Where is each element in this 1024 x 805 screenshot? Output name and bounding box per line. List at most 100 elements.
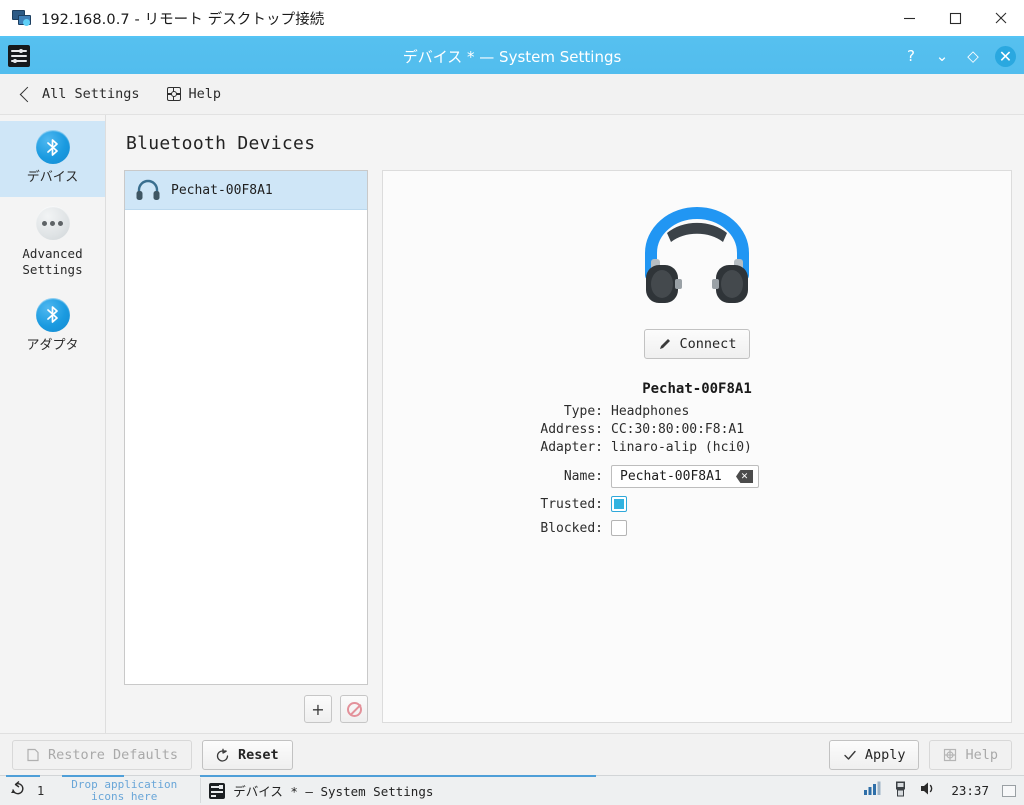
property-value: Headphones [611, 404, 690, 419]
desktop-number: 1 [37, 783, 45, 798]
dots-icon [35, 206, 70, 241]
bluetooth-icon [35, 297, 70, 332]
rdp-title: 192.168.0.7 - リモート デスクトップ接続 [41, 11, 325, 28]
trusted-label: Trusted: [540, 496, 603, 512]
property-key: Address: [540, 422, 603, 437]
add-device-button[interactable]: + [304, 695, 332, 723]
help-dialog-label: Help [965, 746, 998, 763]
name-field-row: Name: Pechat-00F8A1 ✕ [383, 465, 1011, 488]
help-icon [943, 748, 957, 762]
clear-text-icon[interactable]: ✕ [736, 470, 753, 483]
remove-device-button[interactable] [340, 695, 368, 723]
device-list[interactable]: Pechat-00F8A1 [124, 170, 368, 685]
headphones-icon [135, 179, 161, 201]
sidebar: デバイス Advanced Settings アダプタ [0, 115, 106, 733]
clock[interactable]: 23:37 [951, 783, 989, 798]
list-item[interactable]: Pechat-00F8A1 [125, 171, 367, 210]
kde-titlebar: デバイス * — System Settings ? ⌄ ◇ ✕ [0, 38, 1024, 74]
sidebar-item-adapters-label: アダプタ [26, 337, 79, 353]
taskbar: 1 Drop application icons here デバイス * — S… [0, 775, 1024, 805]
restore-defaults-button[interactable]: Restore Defaults [12, 739, 193, 770]
reset-icon [216, 748, 230, 762]
kde-window-controls: ? ⌄ ◇ ✕ [902, 45, 1016, 67]
apply-button[interactable]: Apply [828, 739, 920, 770]
keep-above-icon[interactable]: ◇ [964, 47, 982, 65]
advanced-label-line2: Settings [22, 261, 83, 277]
property-row-adapter: Adapter: linaro-alip (hci0) [383, 440, 1011, 455]
connect-label: Connect [679, 336, 737, 352]
chevron-left-icon [19, 86, 36, 102]
restore-defaults-label: Restore Defaults [48, 746, 179, 763]
blocked-row: Blocked: [383, 520, 1011, 536]
help-titlebar-icon[interactable]: ? [902, 47, 920, 65]
list-item-label: Pechat-00F8A1 [171, 182, 273, 198]
help-button[interactable]: Help [162, 83, 226, 105]
usb-device-icon[interactable] [894, 781, 907, 801]
content-area: Bluetooth Devices Pechat-00F8A1 + Connec… [106, 115, 1024, 733]
bluetooth-icon [35, 130, 70, 164]
device-hero [383, 197, 1011, 313]
device-properties: Type: Headphones Address: CC:30:80:00:F8… [383, 404, 1011, 536]
plus-icon: + [311, 699, 325, 719]
minimize-button[interactable] [886, 0, 932, 36]
task-entry-label: デバイス * — System Settings [233, 784, 434, 799]
network-signal-icon[interactable] [864, 781, 881, 800]
sidebar-item-advanced-settings[interactable]: Advanced Settings [0, 197, 105, 288]
help-icon [166, 86, 182, 102]
pager-icon [10, 780, 27, 801]
show-desktop-icon[interactable] [1002, 784, 1016, 797]
drop-hint: Drop application icons here [54, 779, 194, 802]
reset-label: Reset [238, 746, 279, 763]
sidebar-item-devices[interactable]: デバイス [0, 121, 105, 198]
rdp-window-controls [886, 0, 1024, 36]
connect-plug-icon [658, 337, 672, 351]
all-settings-button[interactable]: All Settings [18, 83, 144, 105]
connect-button-wrap: Connect [383, 329, 1011, 359]
remove-device-icon [346, 701, 362, 717]
close-button[interactable] [978, 0, 1024, 36]
page-title: Bluetooth Devices [126, 133, 316, 154]
device-title: Pechat-00F8A1 [642, 381, 752, 397]
pager[interactable]: 1 [0, 780, 54, 801]
help-dialog-button[interactable]: Help [929, 739, 1012, 770]
close-icon[interactable]: ✕ [995, 45, 1016, 67]
app-body: デバイス Advanced Settings アダプタ Bluetooth De… [0, 115, 1024, 733]
property-value: linaro-alip (hci0) [611, 440, 752, 455]
help-label: Help [188, 86, 222, 102]
sidebar-item-adapters[interactable]: アダプタ [0, 289, 105, 365]
property-key: Adapter: [540, 440, 603, 455]
task-entry[interactable]: デバイス * — System Settings [200, 778, 441, 803]
taskbar-accent-3 [200, 775, 596, 777]
window-menu-button[interactable] [8, 45, 30, 67]
name-input[interactable]: Pechat-00F8A1 ✕ [611, 465, 759, 488]
name-label: Name: [563, 469, 603, 484]
rdp-titlebar: 192.168.0.7 - リモート デスクトップ接続 [0, 0, 1024, 38]
apply-label: Apply [864, 746, 906, 763]
headphones-icon [637, 197, 757, 313]
trusted-row: Trusted: [383, 496, 1011, 512]
blocked-checkbox[interactable] [611, 520, 627, 536]
system-settings-icon [209, 782, 226, 799]
drop-hint-line2: icons here [91, 789, 158, 803]
taskbar-accent-2 [62, 775, 124, 777]
chevron-down-icon[interactable]: ⌄ [933, 47, 951, 65]
advanced-label-line1: Advanced [22, 246, 83, 262]
taskbar-accent-1 [6, 775, 40, 777]
sidebar-item-advanced-settings-label: Advanced Settings [22, 246, 82, 277]
property-key: Type: [563, 404, 603, 419]
app-toolbar: All Settings Help [0, 74, 1024, 115]
property-row-address: Address: CC:30:80:00:F8:A1 [383, 422, 1011, 437]
name-input-value: Pechat-00F8A1 [620, 469, 722, 484]
reset-button[interactable]: Reset [202, 739, 293, 770]
volume-icon[interactable] [920, 781, 938, 800]
check-icon [843, 748, 857, 762]
kde-window-title: デバイス * — System Settings [402, 47, 622, 66]
maximize-button[interactable] [932, 0, 978, 36]
property-value: CC:30:80:00:F8:A1 [611, 422, 745, 437]
blocked-label: Blocked: [540, 520, 603, 536]
restore-defaults-icon [26, 748, 40, 762]
device-list-actions: + [124, 685, 368, 723]
connect-button[interactable]: Connect [643, 329, 751, 359]
remote-desktop-icon [12, 8, 32, 28]
trusted-checkbox[interactable] [611, 496, 627, 512]
